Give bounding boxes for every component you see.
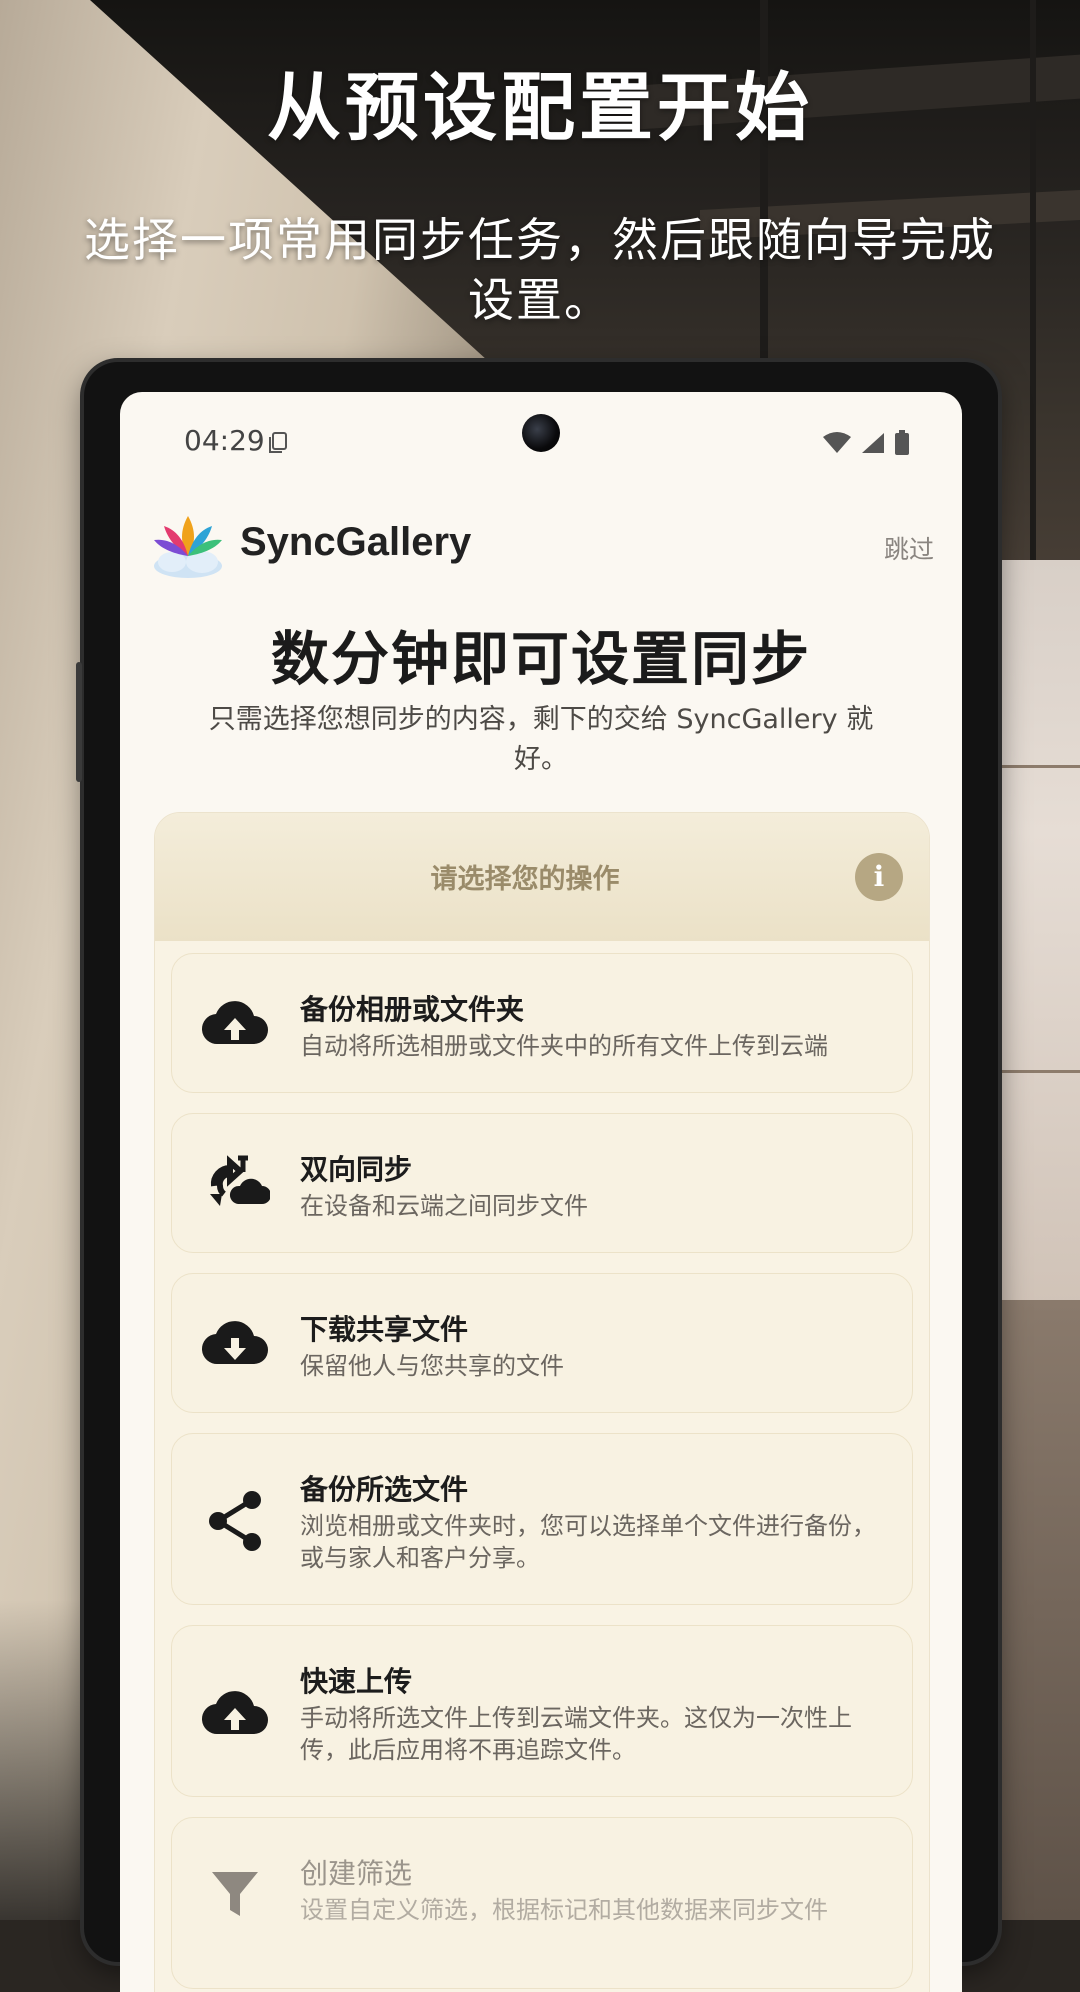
option-create-filter[interactable]: 创建筛选 设置自定义筛选，根据标记和其他数据来同步文件 <box>171 1817 913 1989</box>
card-title: 请选择您的操作 <box>430 864 620 895</box>
option-description: 设置自定义筛选，根据标记和其他数据来同步文件 <box>300 1896 828 1924</box>
syncgallery-logo-icon <box>154 516 222 578</box>
option-title: 备份所选文件 <box>300 1473 469 1506</box>
wifi-icon <box>823 432 851 453</box>
option-download-shared[interactable]: 下载共享文件 保留他人与您共享的文件 <box>171 1273 913 1413</box>
battery-icon <box>895 430 909 455</box>
status-time: 04:29 <box>184 424 265 457</box>
option-title: 创建筛选 <box>300 1857 413 1890</box>
option-title: 快速上传 <box>300 1665 413 1698</box>
option-quick-upload[interactable]: 快速上传 手动将所选文件上传到云端文件夹。这仅为一次性上传，此后应用将不再追踪文… <box>171 1625 913 1797</box>
option-description: 浏览相册或文件夹时，您可以选择单个文件进行备份，或与家人和客户分享。 <box>300 1512 876 1572</box>
cloud-download-icon <box>201 1321 268 1365</box>
option-description: 在设备和云端之间同步文件 <box>300 1192 588 1220</box>
cloud-upload-icon <box>201 1691 268 1735</box>
phone-screen: 04:29 SyncGallery 跳过 数分钟即可设置同步 只需选择您想同步的… <box>120 392 962 1992</box>
status-bar: 04:29 <box>120 422 962 472</box>
option-description: 自动将所选相册或文件夹中的所有文件上传到云端 <box>300 1032 828 1060</box>
phone-frame: 04:29 SyncGallery 跳过 数分钟即可设置同步 只需选择您想同步的… <box>76 362 998 1992</box>
app-name: SyncGallery <box>240 520 472 564</box>
filter-icon <box>212 1872 258 1916</box>
page-title: 数分钟即可设置同步 <box>270 625 811 693</box>
screenshot-notification-icon <box>269 432 287 453</box>
option-title: 备份相册或文件夹 <box>300 993 525 1026</box>
option-backup-album[interactable]: 备份相册或文件夹 自动将所选相册或文件夹中的所有文件上传到云端 <box>171 953 913 1093</box>
subheadline: 选择一项常用同步任务，然后跟随向导完成设置。 <box>84 213 996 327</box>
option-title: 下载共享文件 <box>300 1313 469 1346</box>
option-description: 手动将所选文件上传到云端文件夹。这仅为一次性上传，此后应用将不再追踪文件。 <box>300 1704 852 1764</box>
option-title: 双向同步 <box>300 1153 413 1186</box>
skip-button[interactable]: 跳过 <box>884 530 934 566</box>
cloud-upload-icon <box>201 1001 268 1045</box>
two-way-sync-icon <box>210 1155 270 1206</box>
option-description: 保留他人与您共享的文件 <box>300 1352 564 1380</box>
share-icon <box>209 1491 261 1551</box>
card-header: 请选择您的操作 i <box>155 813 929 941</box>
page-subtitle: 只需选择您想同步的内容，剩下的交给 SyncGallery 就好。 <box>208 704 874 775</box>
option-backup-selected[interactable]: 备份所选文件 浏览相册或文件夹时，您可以选择单个文件进行备份，或与家人和客户分享… <box>171 1433 913 1605</box>
info-icon[interactable]: i <box>855 853 903 901</box>
signal-icon <box>862 433 884 453</box>
headline: 从预设配置开始 <box>267 65 813 151</box>
option-two-way-sync[interactable]: 双向同步 在设备和云端之间同步文件 <box>171 1113 913 1253</box>
preset-card: 请选择您的操作 i 备份相册或文件夹 自动将所选相册或文件夹中的所有文件上传到云… <box>154 812 930 1992</box>
app-header: SyncGallery 跳过 <box>150 510 950 590</box>
